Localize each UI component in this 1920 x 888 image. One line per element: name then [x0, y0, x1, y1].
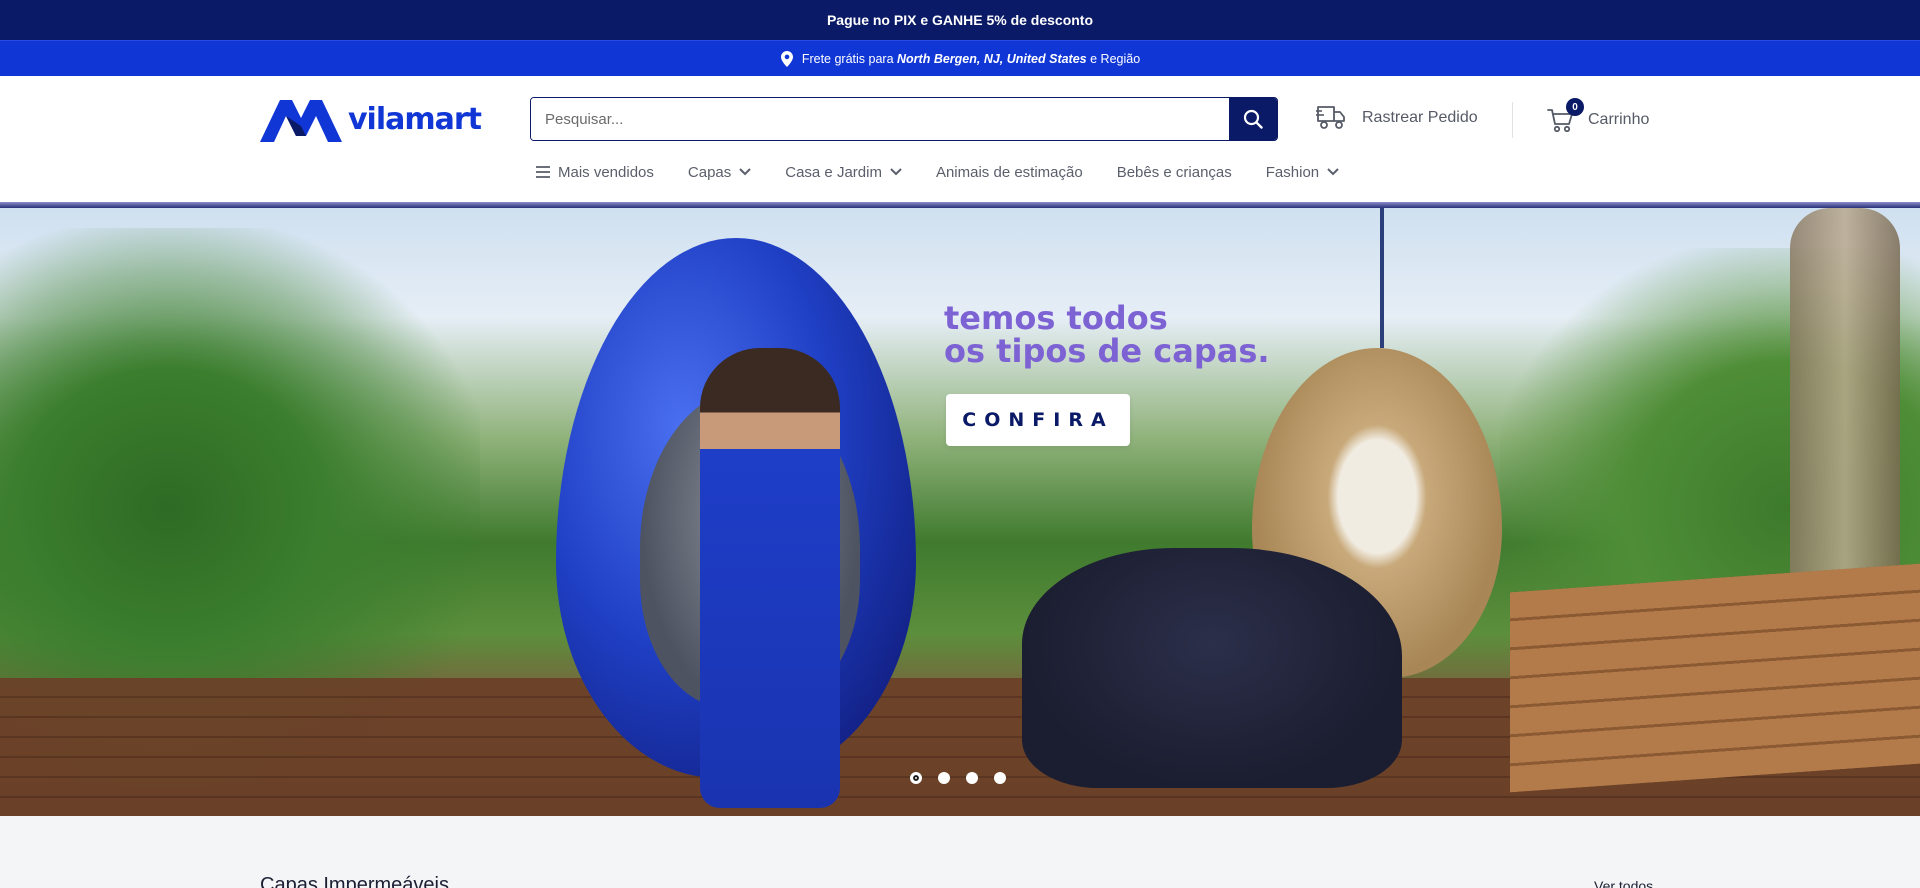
- hero-planter: [1510, 563, 1920, 793]
- header-divider: [1512, 102, 1513, 138]
- nav-label: Capas: [687, 163, 732, 181]
- shipping-bar: Frete grátis para North Bergen, NJ, Unit…: [0, 40, 1920, 76]
- chevron-down-icon: [739, 168, 751, 176]
- delivery-truck-icon: [1316, 106, 1345, 129]
- nav-item-casa-e-jardim[interactable]: Casa e Jardim: [785, 164, 902, 181]
- track-order-link[interactable]: Rastrear Pedido: [1316, 100, 1478, 136]
- main-nav: Mais vendidos Capas Casa e Jardim Animai…: [536, 160, 1339, 184]
- carousel-dot-3[interactable]: [966, 772, 978, 784]
- shopping-cart-icon: 0: [1546, 98, 1584, 135]
- hero-chain: [1380, 208, 1384, 348]
- nav-label: Mais vendidos: [558, 163, 654, 181]
- nav-item-animais[interactable]: Animais de estimação: [936, 164, 1083, 181]
- shipping-location[interactable]: North Bergen, NJ, United States: [897, 52, 1087, 66]
- product-section: Capas Impermeáveis Ver todos: [0, 816, 1920, 888]
- nav-item-fashion[interactable]: Fashion: [1266, 164, 1339, 181]
- search-input[interactable]: [531, 98, 1229, 140]
- nav-label: Animais de estimação: [935, 163, 1083, 181]
- menu-icon: [536, 166, 550, 178]
- nav-item-bebes[interactable]: Bebês e crianças: [1117, 164, 1232, 181]
- shipping-prefix: Frete grátis para: [801, 51, 894, 66]
- nav-item-mais-vendidos[interactable]: Mais vendidos: [536, 164, 654, 181]
- promo-bar: Pague no PIX e GANHE 5% de desconto: [0, 0, 1920, 40]
- cart-label: Carrinho: [1588, 111, 1650, 128]
- carousel-dots: [910, 772, 1006, 784]
- nav-item-capas[interactable]: Capas: [688, 164, 751, 181]
- logo-mark-icon: [260, 100, 342, 142]
- hero-cta-button[interactable]: CONFIRA: [946, 394, 1130, 446]
- chevron-down-icon: [890, 168, 902, 176]
- section-view-all-link[interactable]: Ver todos: [1594, 878, 1653, 888]
- carousel-dot-4[interactable]: [994, 772, 1006, 784]
- location-pin-icon: [780, 50, 794, 67]
- search-bar: [530, 97, 1278, 141]
- track-order-label: Rastrear Pedido: [1362, 109, 1478, 126]
- cart-button[interactable]: 0 Carrinho: [1546, 98, 1650, 140]
- site-header: vilamart Rastrear Pedido 0: [0, 76, 1920, 202]
- search-icon: [1243, 109, 1263, 129]
- hero-title-line2: os tipos de capas.: [944, 332, 1270, 370]
- promo-text: Pague no PIX e GANHE 5% de desconto: [826, 12, 1094, 28]
- search-button[interactable]: [1229, 98, 1277, 140]
- chevron-down-icon: [1327, 168, 1339, 176]
- hero-banner[interactable]: temos todos os tipos de capas. CONFIRA: [0, 208, 1920, 816]
- carousel-dot-1[interactable]: [910, 772, 922, 784]
- section-title: Capas Impermeáveis: [260, 874, 449, 888]
- nav-label: Bebês e crianças: [1116, 163, 1232, 181]
- nav-label: Casa e Jardim: [785, 163, 882, 181]
- hero-person: [700, 348, 840, 808]
- hero-title-line1: temos todos: [944, 299, 1168, 337]
- logo-text: vilamart: [348, 101, 482, 137]
- nav-label: Fashion: [1265, 163, 1320, 181]
- hero-covered-atv: [1022, 548, 1402, 788]
- hero-title: temos todos os tipos de capas.: [944, 302, 1270, 368]
- carousel-dot-2[interactable]: [938, 772, 950, 784]
- site-logo[interactable]: vilamart: [260, 94, 492, 144]
- shipping-suffix: e Região: [1090, 51, 1141, 66]
- cart-count-badge: 0: [1566, 98, 1584, 116]
